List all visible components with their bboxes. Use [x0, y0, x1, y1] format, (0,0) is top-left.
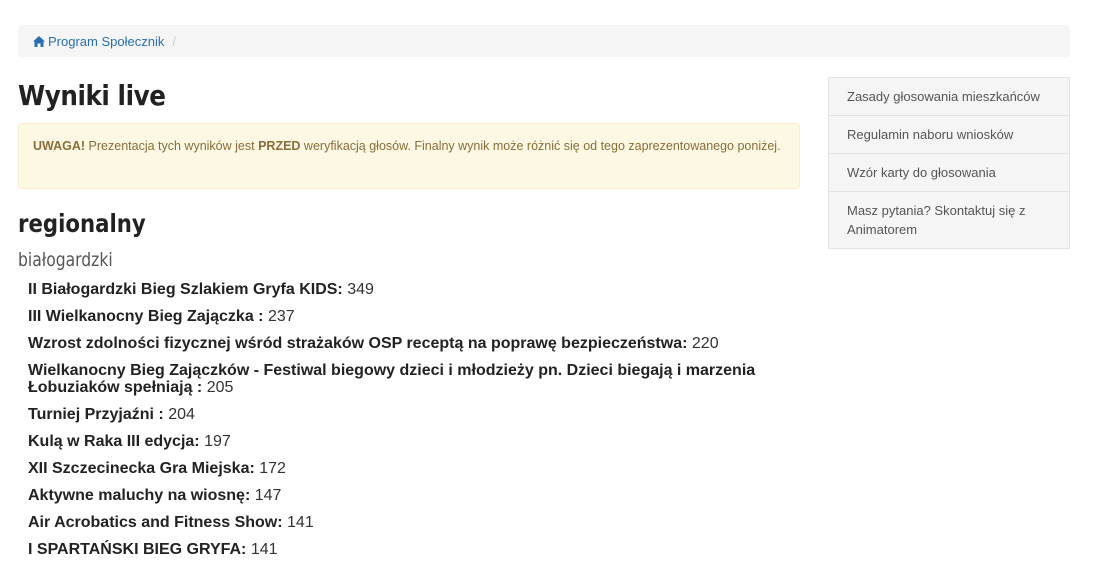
warning-alert: UWAGA! Prezentacja tych wyników jest PRZ…: [18, 123, 800, 189]
result-item: II Białogardzki Bieg Szlakiem Gryfa KIDS…: [28, 280, 800, 299]
result-votes: 147: [254, 487, 282, 504]
result-votes: 220: [691, 335, 719, 352]
result-item: Aktywne maluchy na wiosnę: 147: [28, 486, 800, 505]
result-item: I SPARTAŃSKI BIEG GRYFA: 141: [28, 540, 800, 559]
sidebar-item-ballot-template[interactable]: Wzór karty do głosowania: [828, 153, 1070, 192]
result-name: Kulą w Raka III edycja:: [28, 433, 200, 450]
result-name: Wielkanocny Bieg Zajączków - Festiwal bi…: [28, 362, 756, 396]
breadcrumb-home-link[interactable]: Program Społecznik: [33, 34, 164, 49]
result-votes: 204: [168, 406, 195, 423]
result-name: II Białogardzki Bieg Szlakiem Gryfa KIDS…: [28, 281, 343, 298]
result-name: XII Szczecinecka Gra Miejska:: [28, 460, 255, 477]
result-name: Turniej Przyjaźni :: [28, 406, 164, 423]
sidebar-item-voting-rules[interactable]: Zasady głosowania mieszkańców: [828, 77, 1070, 116]
page-title: Wyniki live: [18, 79, 166, 112]
result-votes: 205: [206, 379, 234, 396]
result-item: Air Acrobatics and Fitness Show: 141: [28, 513, 800, 532]
result-name: I SPARTAŃSKI BIEG GRYFA:: [28, 541, 247, 558]
alert-text-part2: weryfikacją głosów. Finalny wynik może r…: [300, 139, 781, 153]
result-votes: 197: [204, 433, 231, 450]
result-item: XII Szczecinecka Gra Miejska: 172: [28, 459, 800, 478]
result-votes: 237: [267, 308, 295, 325]
result-item: Wielkanocny Bieg Zajączków - Festiwal bi…: [28, 361, 800, 397]
result-votes: 141: [250, 541, 278, 558]
alert-strong-warning: UWAGA!: [33, 139, 86, 153]
sidebar-item-regulations[interactable]: Regulamin naboru wniosków: [828, 115, 1070, 154]
results-list: II Białogardzki Bieg Szlakiem Gryfa KIDS…: [28, 280, 800, 559]
result-item: Wzrost zdolności fizycznej wśród strażak…: [28, 334, 800, 353]
result-name: Air Acrobatics and Fitness Show:: [28, 514, 283, 531]
result-votes: 349: [347, 281, 374, 298]
section-title: regionalny: [18, 209, 146, 238]
result-name: Aktywne maluchy na wiosnę:: [28, 487, 251, 504]
result-votes: 141: [287, 514, 314, 531]
result-name: Wzrost zdolności fizycznej wśród strażak…: [28, 335, 688, 352]
breadcrumb-home-label: Program Społecznik: [48, 33, 165, 49]
home-icon: [33, 35, 45, 47]
result-item: III Wielkanocny Bieg Zajączka : 237: [28, 307, 800, 326]
alert-text-part1: Prezentacja tych wyników jest: [85, 139, 259, 153]
breadcrumb: Program Społecznik /: [18, 25, 1070, 57]
subsection-title: białogardzki: [18, 249, 113, 271]
breadcrumb-separator: /: [172, 33, 176, 49]
sidebar-item-contact-animator[interactable]: Masz pytania? Skontaktuj się z Animatore…: [828, 191, 1070, 249]
result-name: III Wielkanocny Bieg Zajączka :: [28, 308, 264, 325]
sidebar-menu: Zasady głosowania mieszkańców Regulamin …: [828, 77, 1070, 249]
alert-strong-before: PRZED: [258, 139, 301, 153]
result-votes: 172: [259, 460, 286, 477]
result-item: Turniej Przyjaźni : 204: [28, 405, 800, 424]
result-item: Kulą w Raka III edycja: 197: [28, 432, 800, 451]
